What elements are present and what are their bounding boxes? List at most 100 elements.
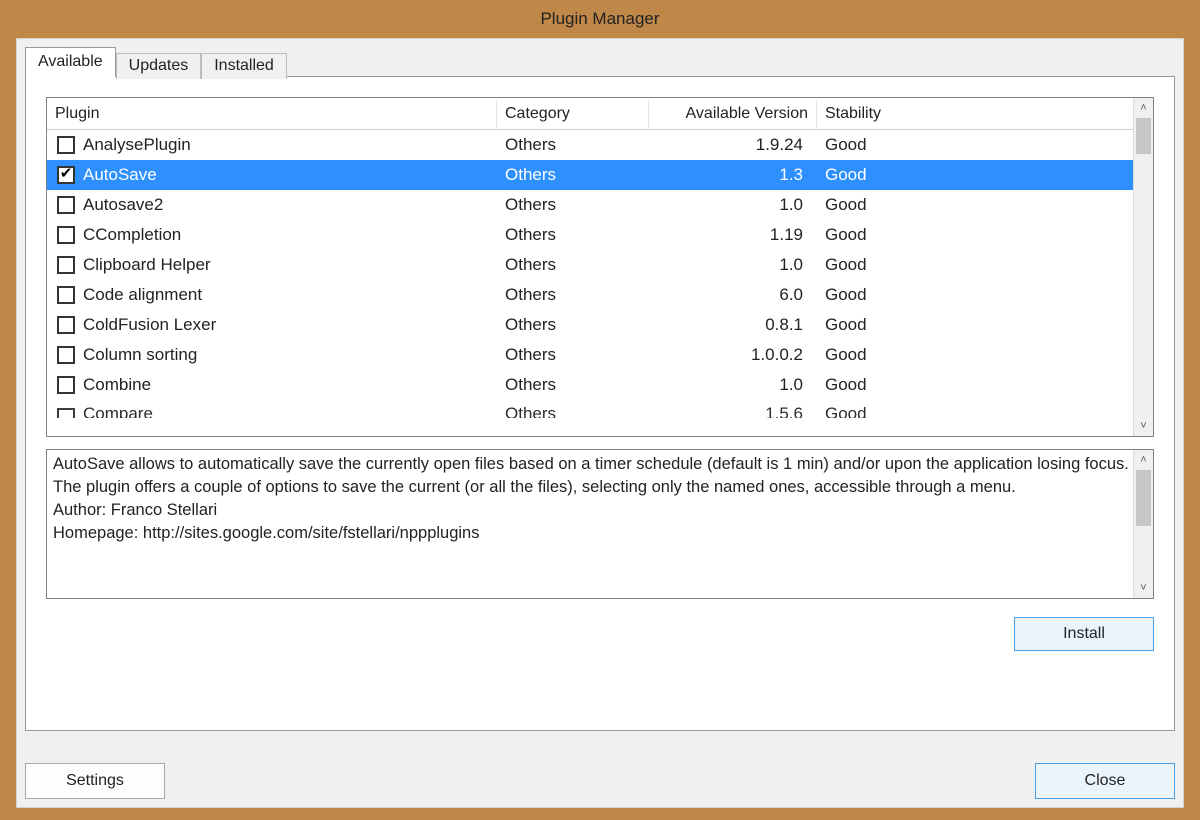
plugin-list-header: Plugin Category Available Version Stabil… bbox=[47, 98, 1153, 130]
plugin-stability: Good bbox=[817, 375, 935, 395]
tabstrip: Available Updates Installed bbox=[25, 47, 287, 77]
plugin-cell: AnalysePlugin bbox=[47, 135, 497, 155]
plugin-version: 1.0 bbox=[649, 195, 817, 215]
plugin-category: Others bbox=[497, 195, 649, 215]
plugin-version: 1.0 bbox=[649, 375, 817, 395]
plugin-checkbox[interactable] bbox=[57, 286, 75, 304]
plugin-name: Column sorting bbox=[83, 345, 197, 365]
table-row[interactable]: AnalysePlugin Others1.9.24Good bbox=[47, 130, 1133, 160]
plugin-cell: Combine bbox=[47, 375, 497, 395]
scroll-track[interactable] bbox=[1134, 118, 1153, 416]
col-header-category[interactable]: Category bbox=[497, 100, 649, 128]
plugin-version: 0.8.1 bbox=[649, 315, 817, 335]
plugin-stability: Good bbox=[817, 255, 935, 275]
plugin-category: Others bbox=[497, 345, 649, 365]
scroll-thumb[interactable] bbox=[1136, 470, 1151, 526]
plugin-category: Others bbox=[497, 225, 649, 245]
plugin-cell: Column sorting bbox=[47, 345, 497, 365]
plugin-manager-window: Plugin Manager Available Updates Install… bbox=[4, 4, 1196, 816]
plugin-cell: ColdFusion Lexer bbox=[47, 315, 497, 335]
plugin-name: Combine bbox=[83, 375, 151, 395]
plugin-cell: Code alignment bbox=[47, 285, 497, 305]
plugin-description-body: AutoSave allows to automatically save th… bbox=[53, 453, 1129, 595]
plugin-description: AutoSave allows to automatically save th… bbox=[46, 449, 1154, 599]
plugin-stability: Good bbox=[817, 315, 935, 335]
table-row[interactable]: Autosave2Others1.0Good bbox=[47, 190, 1133, 220]
table-row[interactable]: AutoSave Others1.3Good bbox=[47, 160, 1133, 190]
plugin-description-text: AutoSave allows to automatically save th… bbox=[53, 455, 1129, 496]
table-row[interactable]: Clipboard Helper Others1.0Good bbox=[47, 250, 1133, 280]
plugin-version: 1.5.6 bbox=[649, 404, 817, 418]
plugin-name: Compare bbox=[83, 404, 153, 418]
scroll-up-icon[interactable]: ˄ bbox=[1134, 98, 1153, 118]
plugin-category: Others bbox=[497, 375, 649, 395]
plugin-stability: Good bbox=[817, 285, 935, 305]
plugin-name: ColdFusion Lexer bbox=[83, 315, 216, 335]
plugin-cell: Autosave2 bbox=[47, 195, 497, 215]
plugin-checkbox[interactable] bbox=[57, 316, 75, 334]
tab-updates[interactable]: Updates bbox=[116, 53, 202, 79]
plugin-category: Others bbox=[497, 255, 649, 275]
plugin-author: Author: Franco Stellari bbox=[53, 501, 217, 519]
plugin-category: Others bbox=[497, 135, 649, 155]
col-header-version[interactable]: Available Version bbox=[649, 100, 817, 128]
plugin-version: 6.0 bbox=[649, 285, 817, 305]
plugin-stability: Good bbox=[817, 404, 935, 418]
plugin-version: 1.0 bbox=[649, 255, 817, 275]
scroll-thumb[interactable] bbox=[1136, 118, 1151, 154]
plugin-version: 1.9.24 bbox=[649, 135, 817, 155]
plugin-checkbox[interactable] bbox=[57, 166, 75, 184]
plugin-stability: Good bbox=[817, 345, 935, 365]
plugin-name: Clipboard Helper bbox=[83, 255, 211, 275]
table-row[interactable]: Code alignment Others6.0Good bbox=[47, 280, 1133, 310]
plugin-cell: AutoSave bbox=[47, 165, 497, 185]
table-row[interactable]: Compare Others1.5.6Good bbox=[47, 400, 1133, 418]
install-button[interactable]: Install bbox=[1014, 617, 1154, 651]
plugin-checkbox[interactable] bbox=[57, 226, 75, 244]
plugin-name: Code alignment bbox=[83, 285, 202, 305]
plugin-stability: Good bbox=[817, 135, 935, 155]
col-header-plugin[interactable]: Plugin bbox=[47, 100, 497, 128]
list-scrollbar[interactable]: ˄ ˅ bbox=[1133, 98, 1153, 436]
plugin-version: 1.19 bbox=[649, 225, 817, 245]
plugin-stability: Good bbox=[817, 165, 935, 185]
window-title: Plugin Manager bbox=[4, 4, 1196, 34]
scroll-down-icon[interactable]: ˅ bbox=[1134, 578, 1153, 598]
plugin-list-body[interactable]: AnalysePluginOthers1.9.24GoodAutoSaveOth… bbox=[47, 130, 1133, 436]
table-row[interactable]: ColdFusion Lexer Others0.8.1Good bbox=[47, 310, 1133, 340]
plugin-stability: Good bbox=[817, 225, 935, 245]
plugin-checkbox[interactable] bbox=[57, 136, 75, 154]
client-area: Available Updates Installed Plugin Categ… bbox=[16, 38, 1184, 808]
tab-installed[interactable]: Installed bbox=[201, 53, 287, 79]
description-scrollbar[interactable]: ˄ ˅ bbox=[1133, 450, 1153, 598]
plugin-checkbox[interactable] bbox=[57, 346, 75, 364]
plugin-name: Autosave2 bbox=[83, 195, 163, 215]
plugin-checkbox[interactable] bbox=[57, 376, 75, 394]
plugin-category: Others bbox=[497, 315, 649, 335]
plugin-version: 1.0.0.2 bbox=[649, 345, 817, 365]
scroll-track[interactable] bbox=[1134, 470, 1153, 578]
plugin-checkbox[interactable] bbox=[57, 256, 75, 274]
plugin-cell: CCompletion bbox=[47, 225, 497, 245]
plugin-checkbox[interactable] bbox=[57, 196, 75, 214]
plugin-name: CCompletion bbox=[83, 225, 181, 245]
plugin-version: 1.3 bbox=[649, 165, 817, 185]
plugin-name: AnalysePlugin bbox=[83, 135, 191, 155]
col-header-stability[interactable]: Stability bbox=[817, 100, 935, 128]
scroll-down-icon[interactable]: ˅ bbox=[1134, 416, 1153, 436]
table-row[interactable]: Combine Others1.0Good bbox=[47, 370, 1133, 400]
plugin-checkbox[interactable] bbox=[57, 408, 75, 418]
table-row[interactable]: CCompletion Others1.19Good bbox=[47, 220, 1133, 250]
close-button[interactable]: Close bbox=[1035, 763, 1175, 799]
plugin-category: Others bbox=[497, 165, 649, 185]
plugin-name: AutoSave bbox=[83, 165, 157, 185]
plugin-category: Others bbox=[497, 285, 649, 305]
table-row[interactable]: Column sorting Others1.0.0.2Good bbox=[47, 340, 1133, 370]
plugin-category: Others bbox=[497, 404, 649, 418]
tab-page-available: Plugin Category Available Version Stabil… bbox=[25, 76, 1175, 731]
settings-button[interactable]: Settings bbox=[25, 763, 165, 799]
tab-available[interactable]: Available bbox=[25, 47, 116, 77]
plugin-homepage: Homepage: http://sites.google.com/site/f… bbox=[53, 524, 480, 542]
scroll-up-icon[interactable]: ˄ bbox=[1134, 450, 1153, 470]
plugin-cell: Clipboard Helper bbox=[47, 255, 497, 275]
